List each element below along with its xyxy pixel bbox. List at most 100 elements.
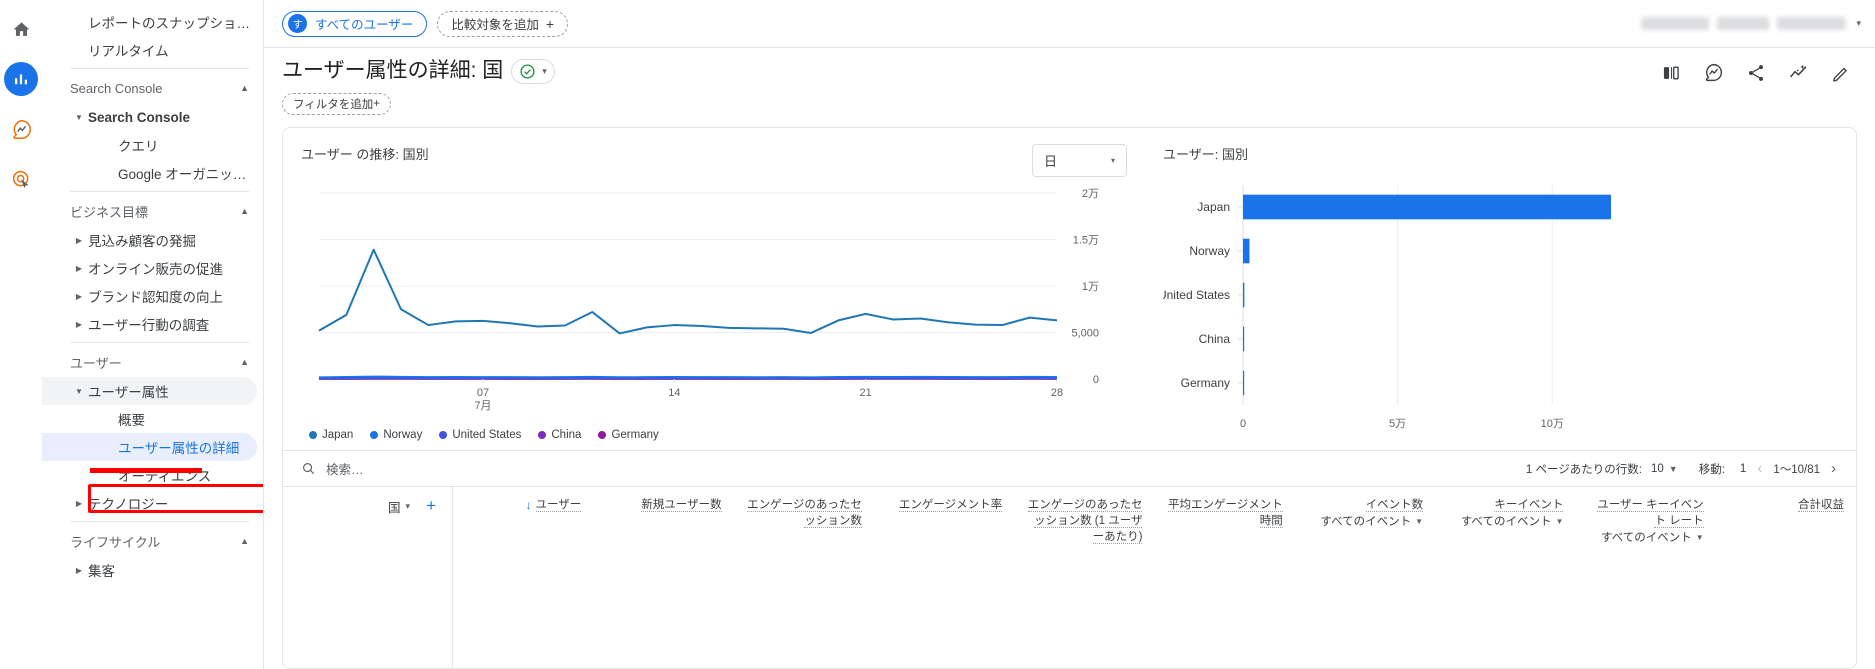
sidebar-section-label: ライフサイクル [70,534,161,550]
metric-scope-select[interactable]: すべてのイベント ▼ [1447,514,1564,530]
share-icon[interactable] [1746,63,1766,83]
sparkline-insights-icon[interactable] [1788,62,1809,83]
metric-header[interactable]: ↓ ユーザー [453,497,593,668]
audience-chip[interactable]: す すべてのユーザー [282,10,428,37]
metric-header[interactable]: キーイベントすべてのイベント ▼ [1435,497,1575,668]
next-page-button[interactable]: › [1829,460,1838,477]
sidebar-section-user[interactable]: ユーザー ▲ [42,347,263,377]
edit-pencil-icon[interactable] [1831,63,1851,83]
metric-header[interactable]: エンゲージメント率 [874,497,1014,668]
dimension-select[interactable]: 国 ▾ [388,497,410,516]
account-selector[interactable]: ▾ [1641,17,1861,30]
nav-divider [70,68,249,69]
sidebar-item-realtime[interactable]: リアルタイム [42,36,263,64]
metric-header[interactable]: ユーザー キーイベント レート すべてのイベント ▼ [1575,497,1715,668]
legend-item[interactable]: Norway [370,429,422,441]
sidebar-item-label: 見込み顧客の発掘 [88,234,196,249]
legend-dot-icon [370,431,379,439]
svg-text:0: 0 [1240,418,1246,430]
dimension-label: 国 [388,501,401,515]
sidebar-item-google-organic[interactable]: Google オーガニック検索レ... [42,159,263,187]
sidebar-section-search-console[interactable]: Search Console ▲ [42,73,263,103]
sidebar-item-label: 概要 [118,413,145,428]
add-filter-chip[interactable]: フィルタを追加 + [282,93,391,115]
sidebar-section-lifecycle[interactable]: ライフサイクル ▲ [42,526,263,556]
audience-chip-label: すべてのユーザー [315,18,414,32]
rows-per-page-select[interactable]: 10 ▼ [1651,463,1678,475]
svg-text:5,000: 5,000 [1071,328,1099,340]
report-status-dropdown[interactable]: ▾ [511,58,555,84]
metric-header[interactable]: 平均エンゲージメント時間 [1154,497,1294,668]
metric-header[interactable]: イベント数 すべてのイベント ▼ [1295,497,1435,668]
granularity-select[interactable]: 日 ▾ [1032,144,1127,177]
bar-chart-title: ユーザー: 国別 [1163,147,1248,162]
metric-header[interactable]: エンゲージのあったセッション数 (1 ユーザーあたり) [1014,497,1154,668]
metric-header[interactable]: 合計収益 [1716,497,1856,668]
svg-text:07: 07 [477,387,489,399]
legend-item[interactable]: Japan [309,429,353,441]
sidebar-item-overview[interactable]: 概要 [42,405,263,433]
legend-item[interactable]: China [538,429,581,441]
table-pagination: 1 ページあたりの行数: 10 ▼ 移動: 1 ‹ 1〜10/81 › [1526,460,1838,477]
sidebar-item-lead-generation[interactable]: ▶ 見込み顧客の発掘 [42,226,263,254]
legend-label: Germany [611,429,659,441]
add-dimension-button[interactable]: + [426,497,436,514]
advertising-icon[interactable] [4,162,38,196]
bar-category-label: China [1199,332,1231,346]
line-chart-svg: 0 5,000 1万 1.5万 2万 077月 14 21 28 [318,188,1099,412]
sidebar-item-online-sales[interactable]: ▶ オンライン販売の促進 [42,254,263,282]
metric-scope-select[interactable]: すべてのイベント ▼ [1307,514,1423,530]
reports-icon[interactable] [4,62,38,96]
sidebar-item-technology[interactable]: ▶ テクノロジー [42,489,263,517]
nav-divider [70,191,249,192]
sidebar-section-business-goals[interactable]: ビジネス目標 ▲ [42,196,263,226]
check-circle-icon [520,63,535,79]
page-title: ユーザー属性の詳細: 国 ▾ [282,58,1661,84]
sidebar-item-audiences[interactable]: オーディエンス [42,461,263,489]
metric-scope-select[interactable]: すべてのイベント ▼ [1587,530,1704,546]
metric-title: 新規ユーザー数 [641,499,722,512]
bar-category-label: United States [1163,288,1230,302]
prev-page-button[interactable]: ‹ [1755,460,1764,477]
sidebar-item-reports-snapshot[interactable]: レポートのスナップショット [42,8,263,36]
goto-value[interactable]: 1 [1740,463,1746,475]
chevron-up-icon: ▲ [240,83,249,93]
data-table: 検索… 1 ページあたりの行数: 10 ▼ 移動: 1 ‹ 1〜10/81 › [283,450,1856,668]
sidebar-item-label: クエリ [118,139,159,154]
insights-icon[interactable] [1703,62,1724,83]
sort-descending-icon: ↓ [525,498,532,512]
svg-text:28: 28 [1051,387,1063,399]
line-chart-header: ユーザー の推移: 国別 日 ▾ [301,144,1127,177]
rows-per-page-label: 1 ページあたりの行数: [1525,463,1642,476]
granularity-value: 日 [1044,154,1058,169]
metric-scope-label: すべてのイベント [1460,516,1552,528]
page-range-label: 1〜10/81 [1773,463,1820,476]
top-bar: す すべてのユーザー 比較対象を追加 + ▾ [264,0,1875,48]
explore-icon[interactable] [4,112,38,146]
legend-item[interactable]: United States [439,429,521,441]
sidebar-item-search-console[interactable]: ▼ Search Console [42,103,263,131]
metric-title: キーイベント [1494,499,1564,512]
sidebar-item-user-behavior[interactable]: ▶ ユーザー行動の調査 [42,310,263,338]
metric-header[interactable]: 新規ユーザー数 [593,497,733,668]
sidebar-item-demographic-details[interactable]: ユーザー属性の詳細 [42,433,257,461]
sidebar-item-user-attributes[interactable]: ▼ ユーザー属性 [42,377,257,405]
legend-item[interactable]: Germany [598,429,659,441]
account-name-redacted [1641,17,1847,30]
rows-per-page-value: 10 [1650,462,1664,475]
caret-right-icon: ▶ [75,498,83,508]
home-icon[interactable] [4,12,38,46]
sidebar-item-acquisition[interactable]: ▶ 集客 [42,556,263,584]
sidebar-item-queries[interactable]: クエリ [42,131,263,159]
metric-title: 合計収益 [1797,499,1844,512]
compare-panel-icon[interactable] [1661,63,1681,83]
sidebar-item-brand-awareness[interactable]: ▶ ブランド認知度の向上 [42,282,263,310]
metric-scope-label: すべてのイベント [1320,516,1412,528]
sidebar-item-label: ユーザー属性の詳細 [118,441,240,456]
search-input[interactable]: 検索… [301,459,364,478]
audience-badge: す [288,14,307,33]
chevron-up-icon: ▲ [240,206,249,216]
add-comparison-chip[interactable]: 比較対象を追加 + [437,10,569,37]
svg-text:1.5万: 1.5万 [1073,235,1099,247]
metric-header[interactable]: エンゲージのあったセッション数 [734,497,874,668]
